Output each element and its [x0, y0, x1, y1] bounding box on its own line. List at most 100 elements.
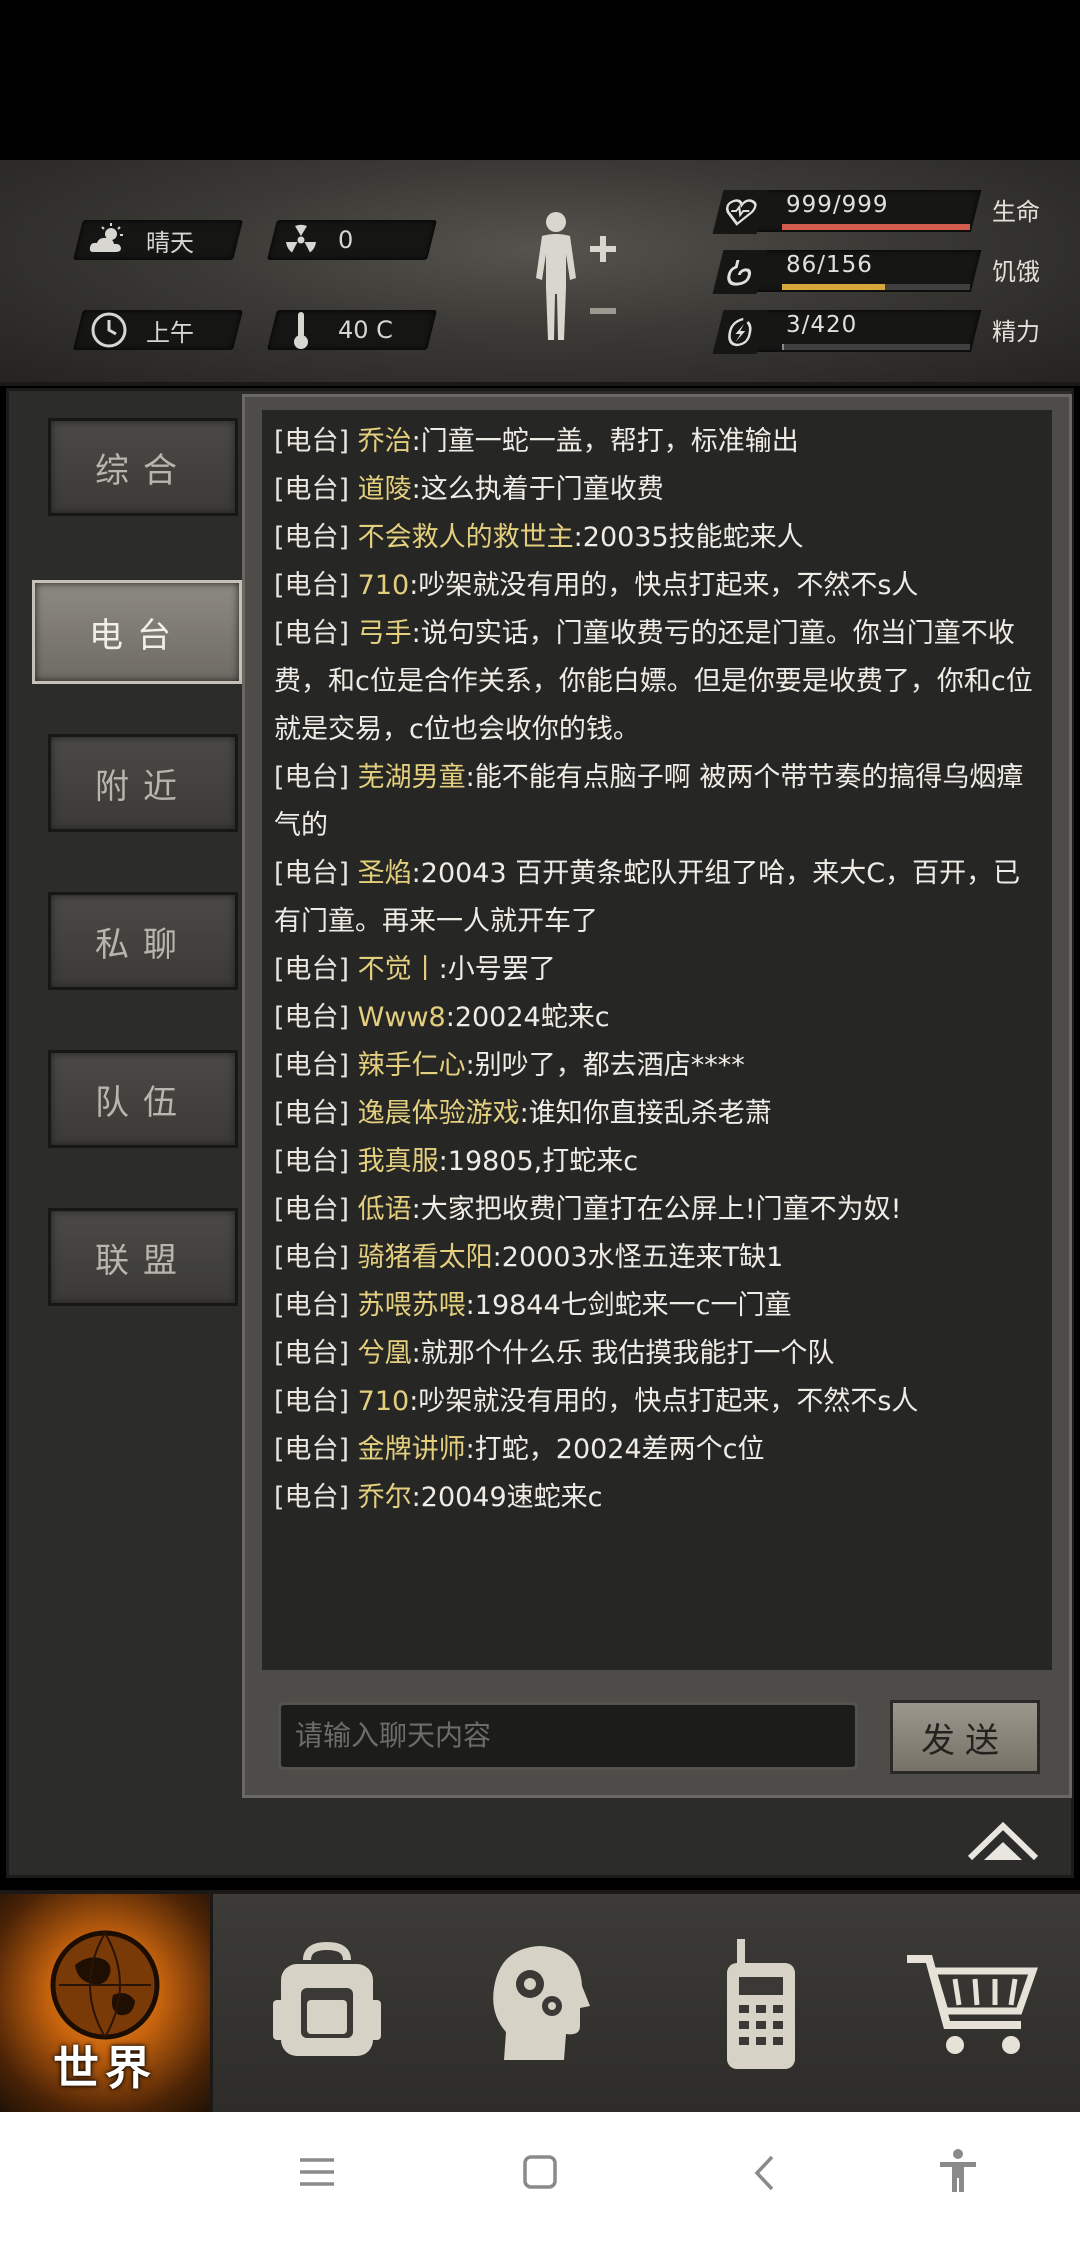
message-sender[interactable]: 低语	[358, 1194, 412, 1225]
chat-message: [电台] 不会救人的救世主:20035技能蛇来人	[262, 514, 1052, 562]
message-text: :20024蛇来c	[445, 1002, 610, 1033]
message-text: :20003水怪五连来T缺1	[492, 1242, 784, 1273]
message-text: :19844七剑蛇来一c一门童	[465, 1290, 792, 1321]
stat-health: 999/999 生命	[712, 190, 1058, 234]
message-sender[interactable]: 道陵	[358, 474, 412, 505]
chevron-up-icon	[967, 1821, 1039, 1861]
message-sender[interactable]: 逸晨体验游戏	[358, 1098, 520, 1129]
message-channel: [电台]	[274, 522, 350, 553]
message-text: :大家把收费门童打在公屏上!门童不为奴!	[411, 1194, 902, 1225]
health-value: 999/999	[786, 192, 889, 218]
chat-message: [电台] 圣焰:20043 百开黄条蛇队开组了哈，来大C，百开，已有门童。再来一…	[262, 850, 1052, 946]
nav-world-button[interactable]: 世界	[0, 1894, 213, 2116]
message-sender[interactable]: 乔治	[358, 426, 412, 457]
radiation-value: 0	[338, 226, 354, 254]
menu-icon[interactable]	[298, 2154, 336, 2194]
walkie-talkie-icon	[727, 1939, 795, 2069]
message-channel: [电台]	[274, 1098, 350, 1129]
message-sender[interactable]: 不会救人的救世主	[358, 522, 574, 553]
message-channel: [电台]	[274, 1338, 350, 1369]
message-channel: [电台]	[274, 858, 350, 889]
clock-icon	[86, 311, 132, 349]
message-sender[interactable]: 辣手仁心	[358, 1050, 466, 1081]
chat-message: [电台] 不觉丨:小号罢了	[262, 946, 1052, 994]
temperature-value: 40 C	[338, 316, 393, 344]
nav-shop-button[interactable]	[868, 1894, 1078, 2116]
backpack-icon	[273, 1941, 381, 2056]
message-channel: [电台]	[274, 1146, 350, 1177]
message-sender[interactable]: Www8	[358, 1002, 446, 1033]
message-text: :19805,打蛇来c	[438, 1146, 639, 1177]
back-icon[interactable]	[752, 2154, 778, 2196]
energy-value: 3/420	[786, 312, 858, 338]
chat-message: [电台] 苏喂苏喂:19844七剑蛇来一c一门童	[262, 1282, 1052, 1330]
message-sender[interactable]: 兮凰	[358, 1338, 412, 1369]
message-text: :谁知你直接乱杀老萧	[519, 1098, 772, 1129]
chat-message: [电台] 乔尔:20049速蛇来c	[262, 1474, 1052, 1522]
message-text: :就那个什么乐 我估摸我能打一个队	[411, 1338, 835, 1369]
hunger-label: 饥饿	[992, 258, 1040, 286]
tab-radio[interactable]: 电台	[32, 580, 242, 684]
world-label: 世界	[53, 2041, 157, 2095]
body-status-button[interactable]	[520, 208, 630, 348]
message-channel: [电台]	[274, 762, 350, 793]
message-sender[interactable]: 苏喂苏喂	[358, 1290, 466, 1321]
nav-skills-button[interactable]	[434, 1894, 644, 2116]
tab-private[interactable]: 私聊	[48, 892, 238, 990]
message-channel: [电台]	[274, 1242, 350, 1273]
tab-nearby[interactable]: 附近	[48, 734, 238, 832]
chat-message: [电台] 低语:大家把收费门童打在公屏上!门童不为奴!	[262, 1186, 1052, 1234]
send-button[interactable]: 发送	[890, 1700, 1040, 1774]
chat-message: [电台] 骑猪看太阳:20003水怪五连来T缺1	[262, 1234, 1052, 1282]
globe-icon	[50, 1930, 160, 2040]
message-sender[interactable]: 弓手	[358, 618, 412, 649]
chat-message: [电台] 710:吵架就没有用的，快点打起来，不然不s人	[262, 1378, 1052, 1426]
time-of-day-text: 上午	[146, 318, 194, 347]
chat-input[interactable]: 请输入聊天内容	[278, 1702, 858, 1770]
home-icon[interactable]	[522, 2154, 558, 2194]
chat-message: [电台] 金牌讲师:打蛇，20024差两个c位	[262, 1426, 1052, 1474]
message-channel: [电台]	[274, 618, 350, 649]
nav-radio-button[interactable]	[656, 1894, 866, 2116]
status-panel: 晴天 0 上午 40 C 999/999 生命 86/156 饥饿 3/420 …	[0, 160, 1080, 386]
chat-message: [电台] 逸晨体验游戏:谁知你直接乱杀老萧	[262, 1090, 1052, 1138]
message-sender[interactable]: 芜湖男童	[358, 762, 466, 793]
top-black-bar	[0, 0, 1080, 160]
sun-cloud-icon	[86, 222, 132, 258]
tab-alliance[interactable]: 联盟	[48, 1208, 238, 1306]
chat-message: [电台] 辣手仁心:别吵了，都去酒店****	[262, 1042, 1052, 1090]
message-text: :20035技能蛇来人	[573, 522, 804, 553]
accessibility-icon[interactable]	[938, 2148, 978, 2198]
chat-message-list[interactable]: [电台] 乔治:门童一蛇一盖，帮打，标准输出 [电台] 道陵:这么执着于门童收费 […	[262, 410, 1052, 1670]
weather-text: 晴天	[146, 228, 194, 257]
message-text: :吵架就没有用的，快点打起来，不然不s人	[409, 1386, 919, 1417]
tab-general[interactable]: 综合	[48, 418, 238, 516]
message-channel: [电台]	[274, 1290, 350, 1321]
hunger-bar-fill	[782, 284, 886, 290]
message-channel: [电台]	[274, 474, 350, 505]
message-sender[interactable]: 骑猪看太阳	[358, 1242, 493, 1273]
tab-team[interactable]: 队伍	[48, 1050, 238, 1148]
message-sender[interactable]: 金牌讲师	[358, 1434, 466, 1465]
message-channel: [电台]	[274, 1386, 350, 1417]
message-text: :这么执着于门童收费	[411, 474, 664, 505]
collapse-up-button[interactable]	[966, 1818, 1040, 1868]
message-sender[interactable]: 不觉丨	[358, 954, 439, 985]
message-text: :门童一蛇一盖，帮打，标准输出	[411, 426, 799, 457]
chat-message: [电台] Www8:20024蛇来c	[262, 994, 1052, 1042]
nav-backpack-button[interactable]	[222, 1894, 432, 2116]
thermometer-icon	[278, 310, 324, 350]
message-sender[interactable]: 我真服	[358, 1146, 439, 1177]
stat-hunger: 86/156 饥饿	[712, 250, 1058, 294]
message-channel: [电台]	[274, 1482, 350, 1513]
message-sender[interactable]: 乔尔	[358, 1482, 412, 1513]
message-sender[interactable]: 圣焰	[358, 858, 412, 889]
message-sender[interactable]: 710	[358, 1386, 410, 1417]
radiation-icon	[278, 223, 324, 257]
energy-bar-fill	[782, 344, 784, 350]
message-text: :20049速蛇来c	[411, 1482, 603, 1513]
message-sender[interactable]: 710	[358, 570, 410, 601]
energy-label: 精力	[992, 318, 1040, 346]
message-channel: [电台]	[274, 1194, 350, 1225]
chat-message: [电台] 710:吵架就没有用的，快点打起来，不然不s人	[262, 562, 1052, 610]
